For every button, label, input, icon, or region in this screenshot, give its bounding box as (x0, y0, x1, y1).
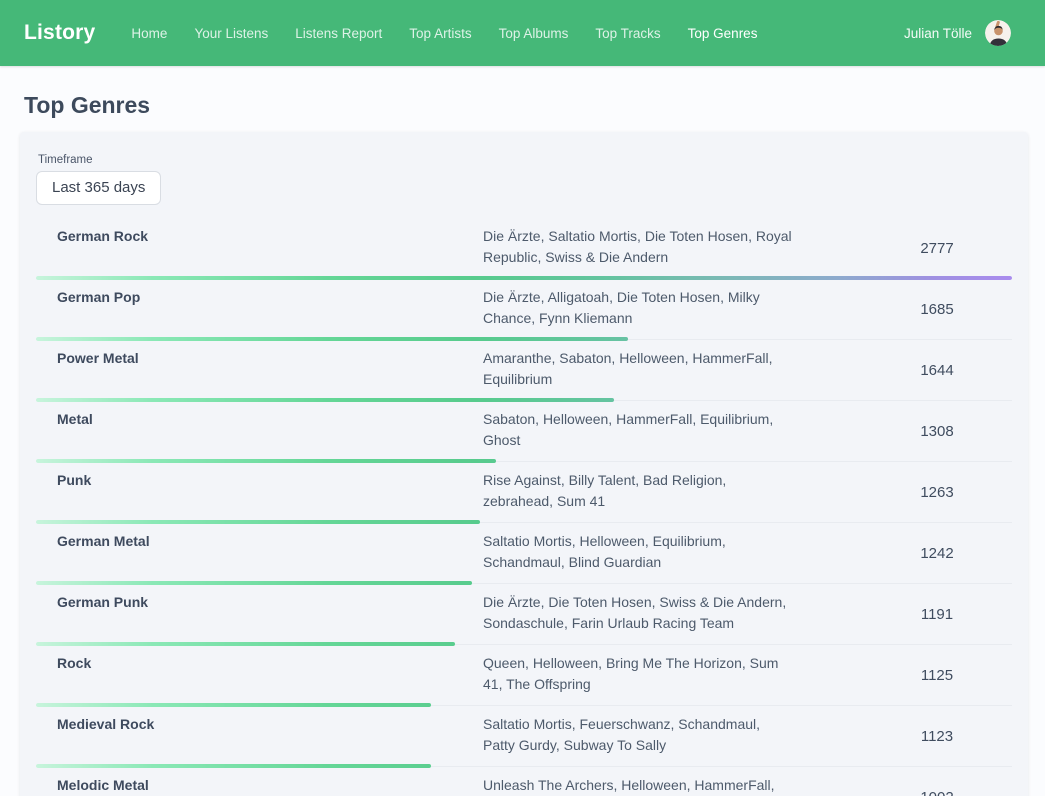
nav-item-top-artists[interactable]: Top Artists (409, 26, 471, 41)
genre-name: Rock (36, 645, 483, 705)
user-photo-icon (985, 20, 1011, 46)
table-row: Rock Queen, Helloween, Bring Me The Hori… (36, 645, 1012, 706)
genre-artists: Saltatio Mortis, Feuerschwanz, Schandmau… (483, 706, 793, 766)
genre-count: 1002 (862, 767, 1012, 796)
genre-count: 1123 (862, 706, 1012, 766)
genre-count: 1308 (862, 401, 1012, 461)
genre-artists: Die Ärzte, Die Toten Hosen, Swiss & Die … (483, 584, 793, 644)
table-row: German Rock Die Ärzte, Saltatio Mortis, … (36, 218, 1012, 279)
genre-name: German Metal (36, 523, 483, 583)
nav-item-your-listens[interactable]: Your Listens (194, 26, 268, 41)
header-user-area: Julian Tölle (904, 20, 1011, 46)
genre-name: German Rock (36, 218, 483, 278)
table-row: Melodic Metal Unleash The Archers, Hello… (36, 767, 1012, 796)
nav-item-top-albums[interactable]: Top Albums (499, 26, 569, 41)
genre-artists: Amaranthe, Sabaton, Helloween, HammerFal… (483, 340, 793, 400)
genre-artists: Sabaton, Helloween, HammerFall, Equilibr… (483, 401, 793, 461)
genre-count: 1263 (862, 462, 1012, 522)
genre-count: 1191 (862, 584, 1012, 644)
main-nav: Home Your Listens Listens Report Top Artist… (131, 26, 757, 41)
genre-name: Melodic Metal (36, 767, 483, 796)
genre-name: Metal (36, 401, 483, 461)
user-name[interactable]: Julian Tölle (904, 26, 972, 41)
genre-name: German Pop (36, 279, 483, 339)
table-row: Medieval Rock Saltatio Mortis, Feuerschw… (36, 706, 1012, 767)
genre-artists: Queen, Helloween, Bring Me The Horizon, … (483, 645, 793, 705)
app-logo[interactable]: Listory (24, 21, 95, 45)
genre-artists: Rise Against, Billy Talent, Bad Religion… (483, 462, 793, 522)
genre-artists: Unleash The Archers, Helloween, HammerFa… (483, 767, 793, 796)
genre-name: Medieval Rock (36, 706, 483, 766)
table-row: German Metal Saltatio Mortis, Helloween,… (36, 523, 1012, 584)
genre-name: Power Metal (36, 340, 483, 400)
timeframe-select[interactable]: Last 365 days (36, 171, 161, 205)
genre-count: 1242 (862, 523, 1012, 583)
nav-item-top-genres[interactable]: Top Genres (688, 26, 758, 41)
genre-artists: Saltatio Mortis, Helloween, Equilibrium,… (483, 523, 793, 583)
genre-count: 2777 (862, 218, 1012, 278)
top-genres-card: Timeframe Last 365 days German Rock Die … (20, 132, 1028, 796)
table-row: German Pop Die Ärzte, Alligatoah, Die To… (36, 279, 1012, 340)
table-row: Punk Rise Against, Billy Talent, Bad Rel… (36, 462, 1012, 523)
genre-count: 1125 (862, 645, 1012, 705)
genre-count: 1644 (862, 340, 1012, 400)
nav-item-top-tracks[interactable]: Top Tracks (595, 26, 660, 41)
genre-count: 1685 (862, 279, 1012, 339)
timeframe-label: Timeframe (38, 154, 1012, 166)
page-title: Top Genres (24, 92, 1045, 119)
genre-name: German Punk (36, 584, 483, 644)
nav-item-listens-report[interactable]: Listens Report (295, 26, 382, 41)
table-row: German Punk Die Ärzte, Die Toten Hosen, … (36, 584, 1012, 645)
user-avatar[interactable] (985, 20, 1011, 46)
genre-artists: Die Ärzte, Saltatio Mortis, Die Toten Ho… (483, 218, 793, 278)
table-row: Power Metal Amaranthe, Sabaton, Hellowee… (36, 340, 1012, 401)
nav-item-home[interactable]: Home (131, 26, 167, 41)
table-row: Metal Sabaton, Helloween, HammerFall, Eq… (36, 401, 1012, 462)
genre-table: German Rock Die Ärzte, Saltatio Mortis, … (36, 218, 1012, 796)
app-header: Listory Home Your Listens Listens Report To… (0, 0, 1045, 66)
genre-artists: Die Ärzte, Alligatoah, Die Toten Hosen, … (483, 279, 793, 339)
genre-name: Punk (36, 462, 483, 522)
